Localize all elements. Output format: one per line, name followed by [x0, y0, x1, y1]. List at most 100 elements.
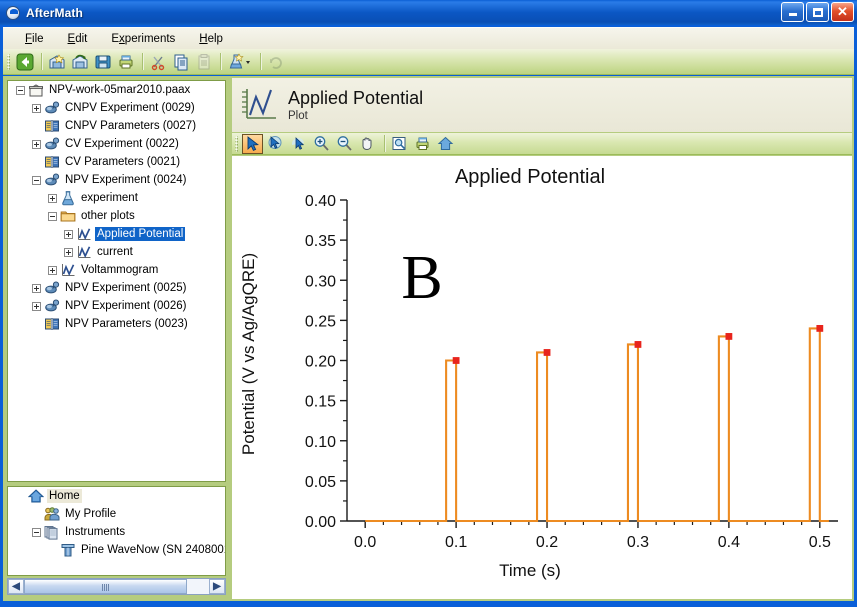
tree-node-label: CNPV Parameters (0027) [65, 120, 197, 132]
tree-node[interactable]: NPV Parameters (0023) [8, 315, 225, 333]
tree-expander[interactable] [32, 175, 41, 185]
inspect-icon[interactable] [389, 134, 410, 154]
paste-icon[interactable] [193, 51, 215, 73]
scrollbar-thumb[interactable] [24, 579, 187, 594]
tree-node[interactable]: CV Parameters (0021) [8, 153, 225, 171]
y-tick-label: 0.40 [305, 193, 336, 210]
tree-node[interactable]: Home [8, 487, 225, 505]
y-tick-label: 0.25 [305, 313, 336, 330]
tree-expander[interactable] [32, 139, 41, 149]
pointer-tool-icon[interactable] [242, 133, 263, 154]
flask-icon [60, 190, 76, 206]
tree-node[interactable]: My Profile [8, 505, 225, 523]
plot-canvas[interactable]: Applied Potential B 0.00 0.05 0.10 0.15 0.20… [232, 156, 852, 599]
tree-node[interactable]: current [8, 243, 225, 261]
page-title: Applied Potential [288, 88, 424, 108]
tree-node-label: NPV Parameters (0023) [65, 318, 188, 330]
tree-expander[interactable] [32, 283, 41, 293]
tree-node-label: other plots [81, 210, 135, 222]
pick-point-icon[interactable] [288, 134, 309, 154]
tree-node-label: Voltammogram [81, 264, 159, 276]
tree-node-label: Instruments [65, 526, 126, 538]
home-view-icon[interactable] [435, 134, 456, 154]
tree-expander[interactable] [32, 527, 41, 537]
tree-expander[interactable] [32, 301, 41, 311]
tree-expander[interactable] [48, 265, 57, 275]
tree-node-label: Pine WaveNow (SN 2408001) [81, 544, 226, 556]
tree-node[interactable]: NPV Experiment (0026) [8, 297, 225, 315]
print-plot-icon[interactable] [412, 134, 433, 154]
applied-potential-chart: Applied Potential B 0.000.050.100.150.20… [232, 156, 852, 599]
toolbar-separator [142, 53, 143, 70]
menu-experiments[interactable]: Experiments [99, 31, 187, 47]
menu-experiments-label: Experiments [111, 32, 176, 45]
x-tick-label: 0.2 [536, 534, 558, 551]
scroll-left-button[interactable]: ◀ [8, 579, 24, 594]
tree-node-label: current [97, 246, 133, 258]
tree-node[interactable]: NPV Experiment (0025) [8, 279, 225, 297]
copy-icon[interactable] [170, 51, 192, 73]
menu-help-label: Help [199, 32, 223, 45]
window-title: AfterMath [26, 5, 83, 20]
plot-toolbar-grip[interactable] [235, 135, 238, 152]
tree-node[interactable]: other plots [8, 207, 225, 225]
chart-xlabel: Time (s) [499, 561, 561, 580]
maximize-button[interactable] [806, 2, 829, 22]
horizontal-scrollbar[interactable]: ◀ ▶ [7, 578, 226, 595]
zoom-in-icon[interactable] [311, 134, 332, 154]
save-icon[interactable] [92, 51, 114, 73]
experiment-wizard-icon[interactable] [225, 51, 255, 73]
tree-node[interactable]: CNPV Experiment (0029) [8, 99, 225, 117]
tree-node[interactable]: NPV-work-05mar2010.paax [8, 81, 225, 99]
pan-hand-icon[interactable] [357, 134, 378, 154]
cut-icon[interactable] [147, 51, 169, 73]
tree-expander[interactable] [16, 85, 25, 95]
home-tree[interactable]: Home My Profile Instruments Pine WaveNow (S… [7, 486, 226, 576]
tree-node[interactable]: experiment [8, 189, 225, 207]
scroll-right-button[interactable]: ▶ [209, 579, 225, 594]
tree-node[interactable]: Pine WaveNow (SN 2408001) [8, 541, 225, 559]
tree-node-label: My Profile [65, 508, 117, 520]
plot-toolbar [232, 133, 852, 155]
tree-node[interactable]: Voltammogram [8, 261, 225, 279]
back-icon[interactable] [14, 51, 36, 73]
y-tick-label: 0.35 [305, 233, 336, 250]
tree-expander[interactable] [48, 193, 57, 203]
toolbar-grip[interactable] [7, 53, 10, 70]
tree-node[interactable]: CV Experiment (0022) [8, 135, 225, 153]
tree-expander[interactable] [32, 103, 41, 113]
open-archive-icon[interactable] [46, 51, 68, 73]
menu-file[interactable]: File [13, 31, 56, 47]
tree-node[interactable]: NPV Experiment (0024) [8, 171, 225, 189]
minimize-button[interactable] [781, 2, 804, 22]
x-tick-label: 0.5 [809, 534, 831, 551]
toolbar-separator [260, 53, 261, 70]
page-subtitle: Plot [288, 110, 308, 122]
print-icon[interactable] [115, 51, 137, 73]
archive-tree[interactable]: NPV-work-05mar2010.paax CNPV Experiment (… [7, 80, 226, 482]
tree-node-label: CNPV Experiment (0029) [65, 102, 195, 114]
save-archive-icon[interactable] [69, 51, 91, 73]
experiment-icon [44, 280, 60, 296]
zoom-out-icon[interactable] [334, 134, 355, 154]
tree-node[interactable]: CNPV Parameters (0027) [8, 117, 225, 135]
tree-expander[interactable] [64, 229, 73, 239]
close-button[interactable]: ✕ [831, 2, 854, 22]
parameters-icon [44, 118, 60, 134]
experiment-icon [44, 100, 60, 116]
x-tick-label: 0.4 [718, 534, 740, 551]
menu-edit-label: Edit [67, 32, 88, 45]
menu-help[interactable]: Help [187, 31, 235, 47]
plot-icon [60, 262, 76, 278]
document-header: Applied Potential Plot [232, 78, 852, 132]
zoom-select-icon[interactable] [265, 134, 286, 154]
tree-expander[interactable] [48, 211, 57, 221]
plot-document-icon [240, 85, 280, 125]
refresh-icon[interactable] [265, 51, 287, 73]
title-bar: AfterMath ✕ [0, 0, 857, 25]
menu-edit[interactable]: Edit [56, 31, 100, 47]
tree-expander[interactable] [64, 247, 73, 257]
tree-node[interactable]: Applied Potential [8, 225, 225, 243]
scrollbar-track[interactable] [24, 579, 209, 594]
tree-node[interactable]: Instruments [8, 523, 225, 541]
